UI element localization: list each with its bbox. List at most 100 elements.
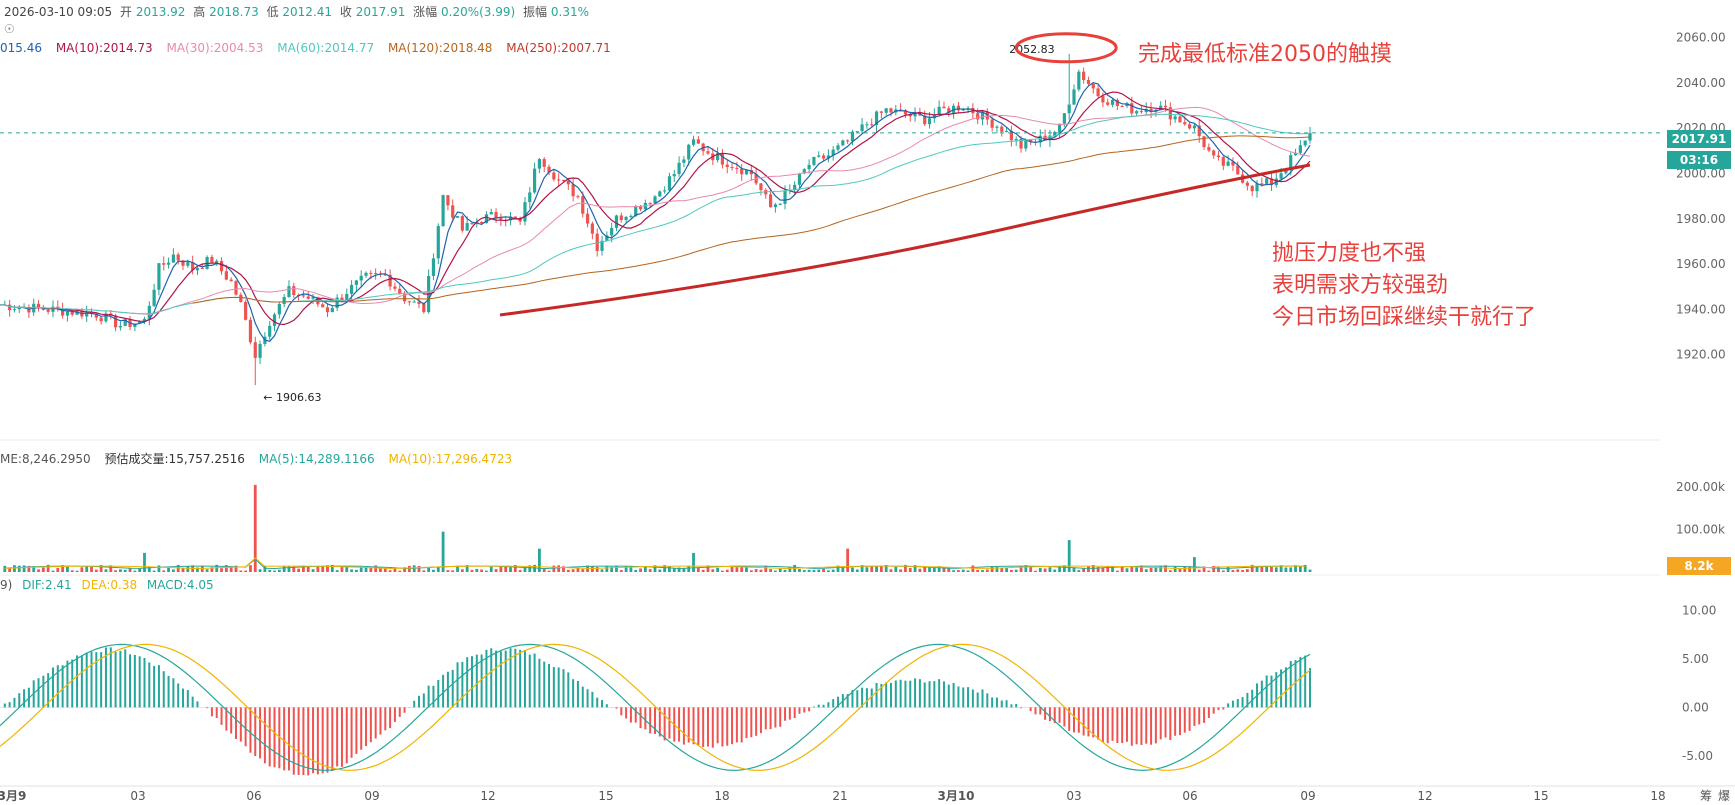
macd-bar [764,707,767,730]
candle-body [301,295,306,297]
macd-bar [581,686,584,708]
macd-bar [1289,661,1292,708]
volume-bar [518,570,522,572]
candle-body [229,279,233,282]
time-axis-tick: 03 [130,789,145,803]
macd-bar [605,704,608,708]
volume-bar [162,570,166,572]
volume-bar [1048,567,1052,572]
candle-body [793,184,797,190]
volume-bar [229,567,233,572]
candle-body [1106,102,1110,105]
macd-bar [71,659,74,708]
candle-body [253,342,257,358]
macd-bar [822,704,825,708]
macd-bar [1260,680,1263,708]
chart-canvas[interactable]: 2060.002040.002020.002000.001980.001960.… [0,0,1735,805]
price-axis-tick: 1940.00 [1676,302,1726,316]
volume-bar [460,569,464,572]
macd-bar [369,707,372,743]
candle-body [995,126,999,128]
volume-bar [181,568,185,572]
volume-bar [668,566,671,572]
volume-bar [297,568,301,572]
volume-bar [138,568,142,572]
volume-bar [277,569,281,572]
volume-bar [446,570,450,572]
macd-bar [1135,707,1138,745]
macd-bar [1174,707,1177,736]
candle-body [186,262,190,266]
volume-bar [489,566,493,572]
ma-line [0,91,1311,326]
volume-bar [41,567,45,572]
macd-bar [413,700,416,708]
macd-bar [114,651,117,708]
macd-bar [1154,707,1157,744]
macd-bar [572,679,575,708]
macd-bar [625,707,628,719]
candle-body [658,191,662,197]
macd-bar [1236,699,1239,708]
macd-bar [1309,668,1311,708]
volume-bar [321,566,325,572]
candle-body [325,307,330,313]
macd-bar [109,647,112,708]
candle-body [451,205,455,218]
candle-body [1260,183,1264,185]
macd-bar [928,681,931,708]
volume-bar [176,564,180,572]
candle-body [268,325,272,337]
volume-bar [778,568,782,572]
volume-bar [475,568,479,572]
volume-bar [66,566,69,572]
volume-bar [658,569,662,572]
candle-body [817,155,821,157]
volume-bar [287,566,291,572]
candle-body [1000,126,1004,132]
macd-bar [548,664,551,708]
macd-bar [302,707,305,776]
macd-bar [273,707,276,768]
macd-bar [1121,707,1124,744]
macd-bar [1231,700,1234,708]
macd-bar [124,649,127,708]
macd-bar [759,707,762,734]
macd-bar [326,707,329,773]
price-axis-tick: 2040.00 [1676,76,1726,90]
macd-bar [61,665,64,708]
macd-bar [1188,707,1191,731]
macd-bar [1284,667,1287,708]
macd-bar [393,707,396,722]
volume-bar [485,570,488,572]
macd-bar [37,678,40,708]
macd-bar [557,667,560,708]
volume-bar [1029,566,1033,572]
volume-bar [1197,569,1201,572]
macd-bar [692,707,695,745]
volume-bar [754,569,758,572]
macd-bar [779,707,782,727]
volume-bar [75,570,79,572]
candle-body [46,309,50,312]
candle-body [195,268,200,271]
macd-bar [162,671,165,708]
axis-extra-label: 筹 [1700,789,1712,803]
volume-bar [1260,567,1264,572]
macd-bar [889,682,892,708]
candle-body [244,301,248,320]
macd-bar [808,707,811,712]
volume-bar [1077,570,1081,572]
candle-body [200,268,204,270]
macd-bar [1087,707,1090,737]
volume-bar [971,565,975,572]
macd-bar [451,669,454,708]
candle-body [759,183,763,191]
candle-body [422,303,426,313]
volume-bar [1125,568,1129,572]
macd-bar [470,656,473,708]
volume-bar [639,568,642,572]
volume-bar [846,548,850,572]
macd-bar [196,701,199,708]
macd-bar [51,667,54,708]
